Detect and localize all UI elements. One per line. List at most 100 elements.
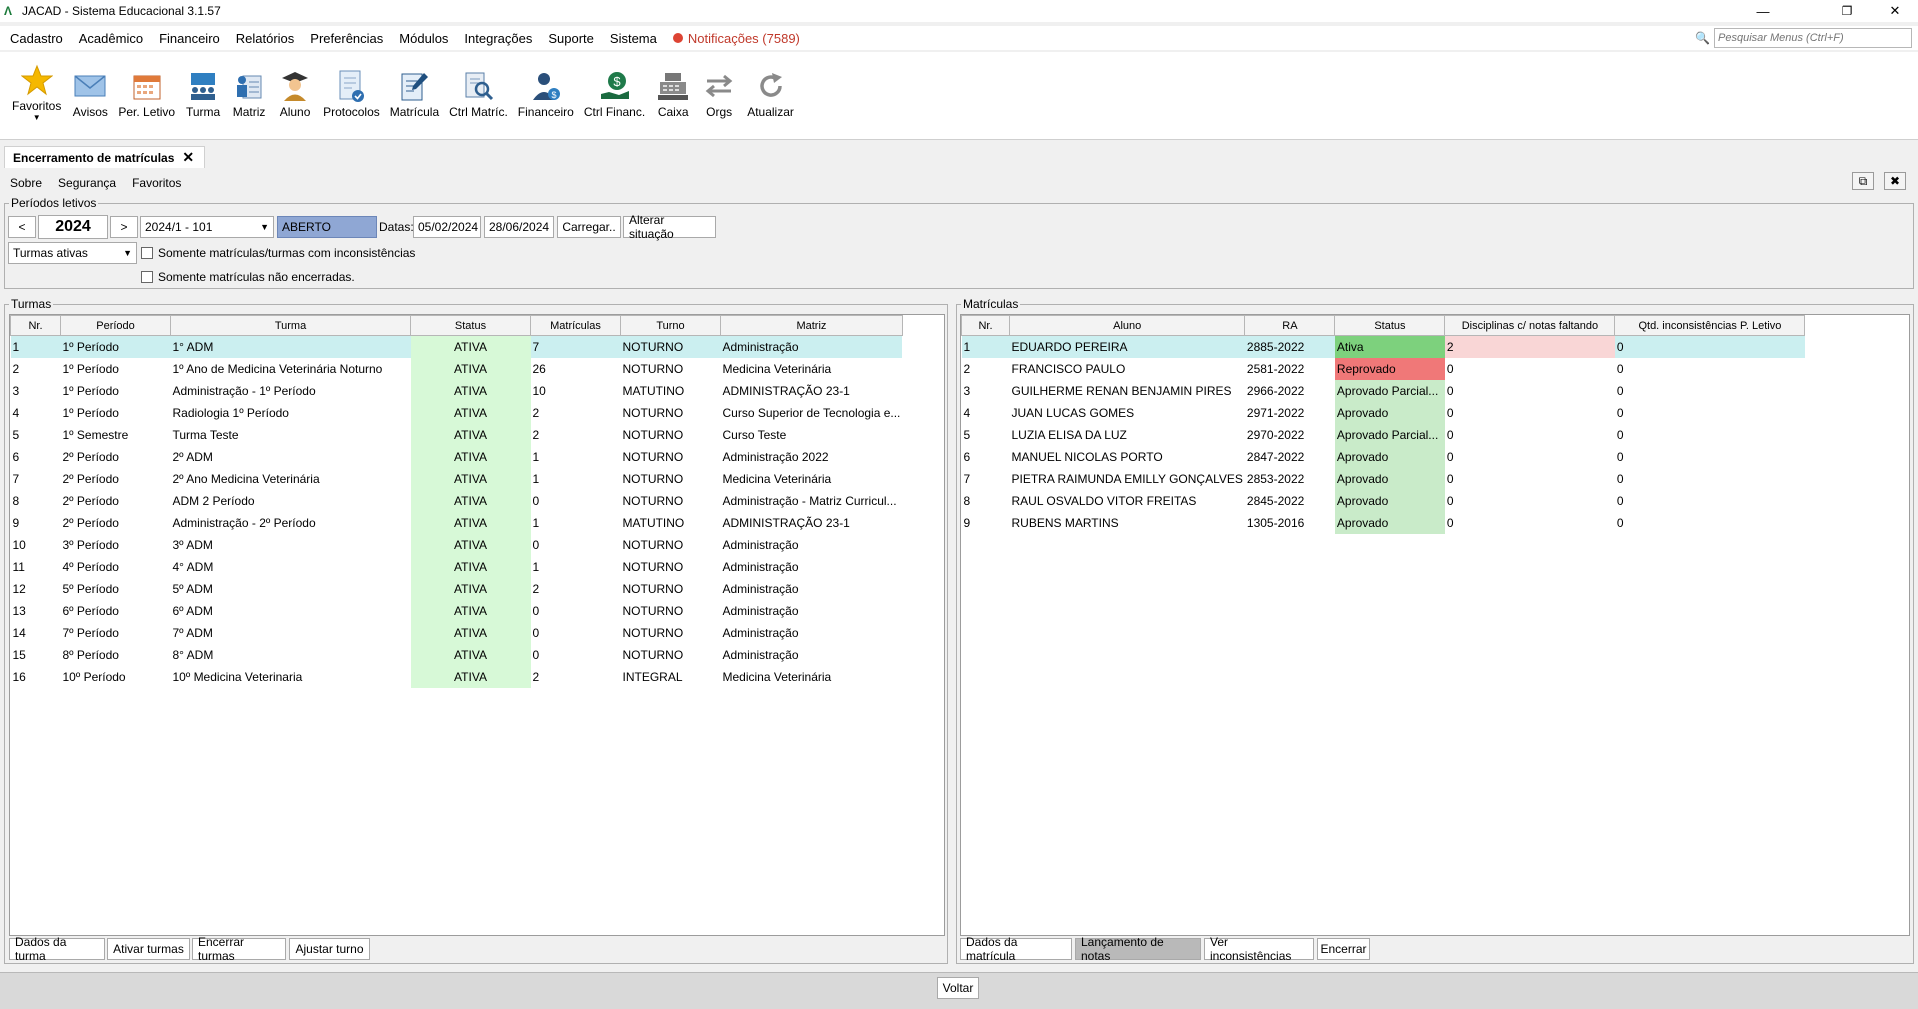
col-header-status[interactable]: Status [1334,315,1446,336]
prev-year-button[interactable]: < [8,216,36,238]
menu-suporte[interactable]: Suporte [540,31,602,46]
menu-modulos[interactable]: Módulos [391,31,456,46]
table-row[interactable]: 16 10º Período 10º Medicina Veterinaria ATI… [11,665,903,688]
menu-integracoes[interactable]: Integrações [456,31,540,46]
toolbar-caixa[interactable]: Caixa [650,68,696,119]
col-header-periodo[interactable]: Período [60,315,171,336]
toolbar-aluno[interactable]: Aluno [272,68,318,119]
table-row[interactable]: 2 1º Período 1º Ano de Medicina Veterinári… [11,357,903,380]
table-row[interactable]: 8 RAUL OSVALDO VITOR FREITAS 2845-2022 Apro… [962,489,1805,512]
table-row[interactable]: 12 5º Período 5º ADM ATIVA 2 NOTURNO Administr… [11,577,903,600]
chevron-down-icon[interactable]: ▼ [33,113,41,122]
table-row[interactable]: 9 2º Período Administração - 2º Período ATI… [11,511,903,534]
table-row[interactable]: 2 FRANCISCO PAULO 2581-2022 Reprovado 0 0 [962,357,1805,380]
cell-disciplinas-notas: 0 [1446,361,1454,376]
col-header-disciplinas-notas[interactable]: Disciplinas c/ notas faltando [1444,315,1616,336]
toolbar-per-letivo[interactable]: Per. Letivo [113,68,180,119]
col-header-aluno[interactable]: Aluno [1008,315,1246,336]
col-header-ra[interactable]: RA [1244,315,1336,336]
submenu-seguranca[interactable]: Segurança [48,176,122,190]
search-menus-input[interactable] [1714,28,1912,48]
toolbar-protocolos[interactable]: Protocolos [318,68,385,119]
toolbar-favoritos[interactable]: Favoritos ▼ [6,62,67,122]
cell-nr: 5 [963,427,971,442]
turmas-filter-select[interactable]: Turmas ativas ▼ [8,242,137,264]
nao-encerradas-checkbox-row[interactable]: Somente matrículas não encerradas. [141,270,355,284]
toolbar-matricula[interactable]: Matrícula [385,68,444,119]
table-row[interactable]: 7 2º Período 2º Ano Medicina Veterinária AT… [11,467,903,490]
col-header-nr[interactable]: Nr. [10,315,61,336]
dados-turma-button[interactable]: Dados da turma [9,935,105,963]
cell-status: ATIVA [410,533,531,556]
table-row[interactable]: 5 1º Semestre Turma Teste ATIVA 2 NOTURNO Curs… [11,423,903,446]
menu-financeiro[interactable]: Financeiro [151,31,228,46]
toolbar-avisos[interactable]: Avisos [67,68,113,119]
toolbar-orgs[interactable]: Orgs [696,68,742,119]
carregar-button[interactable]: Carregar.. [557,216,621,238]
table-row[interactable]: 5 LUZIA ELISA DA LUZ 2970-2022 Aprovado Par… [962,423,1805,446]
table-row[interactable]: 9 RUBENS MARTINS 1305-2016 Aprovado 0 0 [962,511,1805,534]
lancamento-notas-button[interactable]: Lançamento de notas [1075,935,1201,963]
toolbar-turma[interactable]: Turma [180,68,226,119]
data-inicio-field[interactable]: 05/02/2024 [413,216,481,238]
col-header-status[interactable]: Status [410,315,531,336]
table-row[interactable]: 6 MANUEL NICOLAS PORTO 2847-2022 Aprovado 0 0 [962,445,1805,468]
detach-window-icon[interactable]: ⧉ [1852,172,1874,190]
col-header-nr[interactable]: Nr. [961,315,1010,336]
menu-relatorios[interactable]: Relatórios [228,31,303,46]
menu-sistema[interactable]: Sistema [602,31,665,46]
table-row[interactable]: 6 2º Período 2º ADM ATIVA 1 NOTURNO Administra… [11,445,903,468]
toolbar-matriz[interactable]: Matriz [226,68,272,119]
data-fim-field[interactable]: 28/06/2024 [484,216,554,238]
table-row[interactable]: 11 4º Período 4° ADM ATIVA 1 NOTURNO Administr… [11,555,903,578]
alterar-situacao-button[interactable]: Alterar situação [623,213,716,241]
close-window-button[interactable]: ✕ [1872,0,1918,22]
notifications-menu[interactable]: Notificações (7589) [665,31,808,46]
ativar-turmas-button[interactable]: Ativar turmas [107,938,190,960]
nao-encerradas-checkbox[interactable] [141,271,153,283]
minimize-button[interactable]: — [1740,0,1786,22]
table-row[interactable]: 7 PIETRA RAIMUNDA EMILLY GONÇALVES 2853-20… [962,467,1805,490]
tab-encerramento-matriculas[interactable]: Encerramento de matrículas ✕ [4,146,206,168]
close-tab-icon[interactable]: ✕ [182,149,194,166]
table-row[interactable]: 14 7º Período 7º ADM ATIVA 0 NOTURNO Administr… [11,621,903,644]
table-row[interactable]: 13 6º Período 6º ADM ATIVA 0 NOTURNO Administr… [11,599,903,622]
submenu-sobre[interactable]: Sobre [0,176,48,190]
dados-matricula-button[interactable]: Dados da matrícula [960,935,1072,963]
table-row[interactable]: 8 2º Período ADM 2 Período ATIVA 0 NOTURNO Adm… [11,489,903,512]
col-header-turma[interactable]: Turma [170,315,411,336]
table-row[interactable]: 4 1º Período Radiologia 1º Período ATIVA 2 NO… [11,401,903,424]
submenu-favoritos[interactable]: Favoritos [122,176,187,190]
col-header-matriculas[interactable]: Matrículas [530,315,621,336]
toolbar-atualizar[interactable]: Atualizar [742,68,799,119]
close-screen-icon[interactable]: ✖ [1884,172,1906,190]
inconsistencias-checkbox-row[interactable]: Somente matrículas/turmas com inconsistê… [141,246,415,260]
toolbar-financeiro[interactable]: $ Financeiro [513,68,579,119]
menu-preferencias[interactable]: Preferências [302,31,391,46]
toolbar-ctrl-financ[interactable]: $ Ctrl Financ. [579,68,650,119]
periodo-select[interactable]: 2024/1 - 101 ▼ [140,216,274,238]
encerrar-button[interactable]: Encerrar [1317,938,1370,960]
col-header-qtd-inconsistencias[interactable]: Qtd. inconsistências P. Letivo [1614,315,1806,336]
table-row[interactable]: 3 GUILHERME RENAN BENJAMIN PIRES 2966-2022… [962,379,1805,402]
table-row[interactable]: 1 EDUARDO PEREIRA 2885-2022 Ativa 2 0 [961,335,1805,358]
ver-inconsistencias-button[interactable]: Ver inconsistências [1204,935,1314,963]
inconsistencias-checkbox[interactable] [141,247,153,259]
next-year-button[interactable]: > [110,216,138,238]
cell-status: ATIVA [410,621,531,644]
table-row[interactable]: 4 JUAN LUCAS GOMES 2971-2022 Aprovado 0 0 [962,401,1805,424]
table-row[interactable]: 10 3º Período 3º ADM ATIVA 0 NOTURNO Administr… [11,533,903,556]
col-header-matriz[interactable]: Matriz [720,315,903,336]
menu-academico[interactable]: Acadêmico [71,31,151,46]
app-logo-icon: Λ [4,4,13,18]
menu-cadastro[interactable]: Cadastro [0,31,71,46]
table-row[interactable]: 1 1º Período 1° ADM ATIVA 7 NOTURNO Administra… [10,335,903,358]
ajustar-turno-button[interactable]: Ajustar turno [289,938,370,960]
maximize-button[interactable]: ❐ [1824,0,1870,22]
voltar-button[interactable]: Voltar [937,977,979,999]
table-row[interactable]: 15 8º Período 8° ADM ATIVA 0 NOTURNO Administr… [11,643,903,666]
toolbar-ctrl-matric[interactable]: Ctrl Matríc. [444,68,513,119]
encerrar-turmas-button[interactable]: Encerrar turmas [192,935,286,963]
col-header-turno[interactable]: Turno [620,315,721,336]
table-row[interactable]: 3 1º Período Administração - 1º Período ATI… [11,379,903,402]
